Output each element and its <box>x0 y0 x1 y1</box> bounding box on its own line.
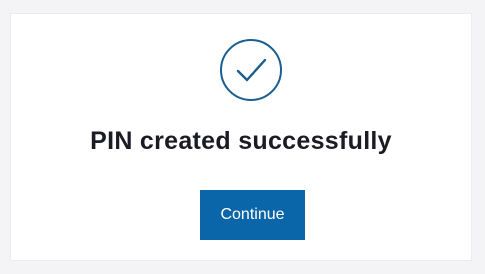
success-dialog: PIN created successfully Continue <box>10 13 472 261</box>
checkmark-circle-icon <box>220 39 282 101</box>
success-title: PIN created successfully <box>90 127 392 155</box>
continue-button[interactable]: Continue <box>200 190 305 240</box>
checkmark-icon <box>236 58 267 82</box>
